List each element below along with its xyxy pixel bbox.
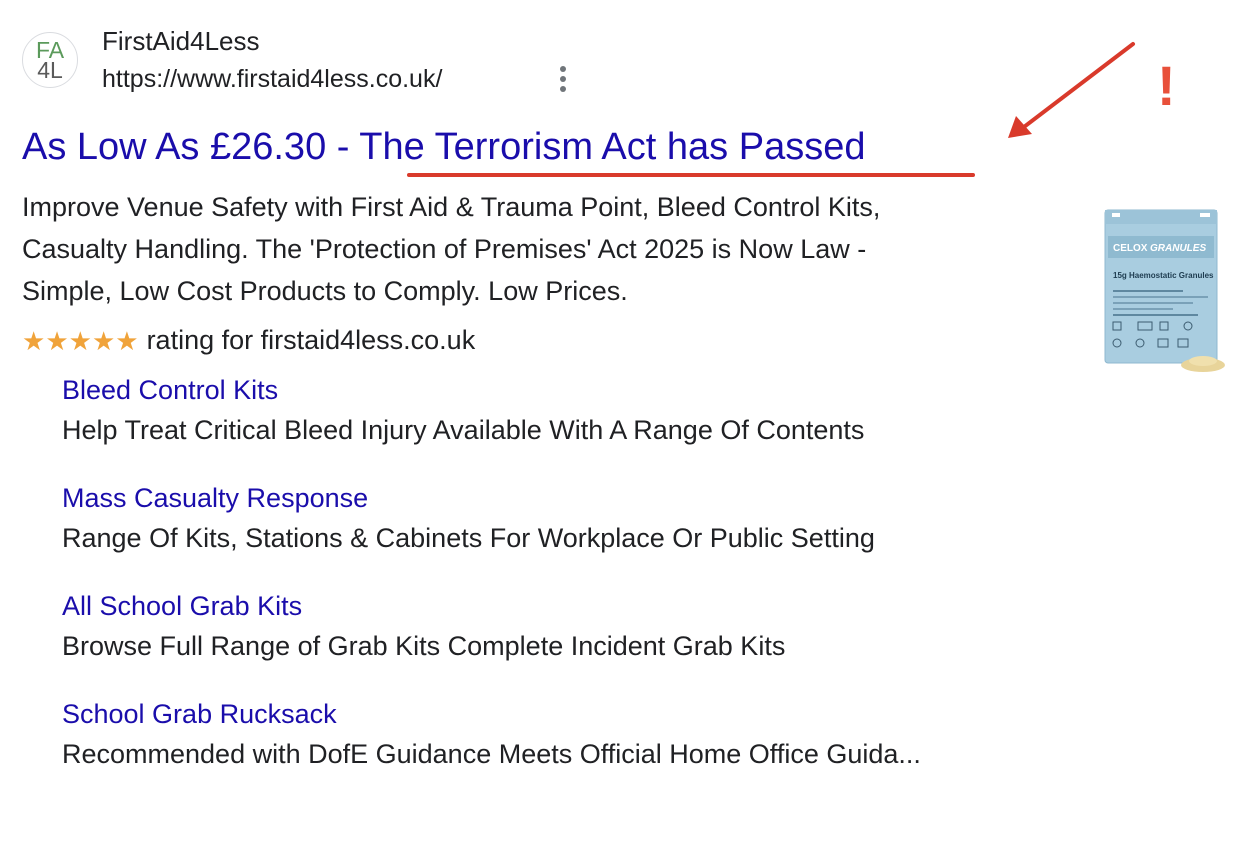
favicon-text-bottom: 4L — [37, 57, 63, 83]
sitelink-item: All School Grab Kits Browse Full Range o… — [62, 588, 921, 696]
product-name-text: GRANULES — [1150, 243, 1206, 254]
result-description: Improve Venue Safety with First Aid & Tr… — [22, 186, 1022, 312]
dot — [560, 86, 566, 92]
dot — [560, 76, 566, 82]
sitelink-description: Range Of Kits, Stations & Cabinets For W… — [62, 523, 875, 553]
star-icon: ★ — [22, 325, 46, 356]
red-annotation-underline — [407, 173, 975, 177]
sitelink-item: School Grab Rucksack Recommended with Do… — [62, 696, 921, 804]
product-brand-text: CELOX — [1113, 243, 1148, 254]
dot — [560, 66, 566, 72]
rating-text: rating for firstaid4less.co.uk — [146, 325, 476, 355]
product-thumbnail[interactable]: CELOX GRANULES 15g Haemostatic Granules — [1100, 208, 1225, 373]
sitelink-item: Bleed Control Kits Help Treat Critical B… — [62, 372, 921, 480]
star-icon: ★ — [45, 325, 69, 356]
sitelink-title[interactable]: All School Grab Kits — [62, 588, 921, 628]
star-icon: ★ — [115, 325, 139, 356]
site-url[interactable]: https://www.firstaid4less.co.uk/ — [102, 65, 442, 94]
headline-price-part: As Low As £26.30 - — [22, 126, 360, 168]
star-icon: ★ — [68, 325, 92, 356]
sitelinks: Bleed Control Kits Help Treat Critical B… — [62, 372, 921, 804]
sitelink-description: Help Treat Critical Bleed Injury Availab… — [62, 415, 865, 445]
description-line: Casualty Handling. The 'Protection of Pr… — [22, 234, 867, 264]
red-annotation-arrow — [1008, 42, 1135, 138]
site-favicon[interactable]: FA 4L — [22, 32, 78, 88]
red-exclamation-mark: ! — [1157, 54, 1176, 117]
sitelink-title[interactable]: School Grab Rucksack — [62, 696, 921, 736]
sitelink-item: Mass Casualty Response Range Of Kits, St… — [62, 480, 921, 588]
more-options-icon[interactable] — [553, 64, 573, 94]
site-name[interactable]: FirstAid4Less — [102, 26, 260, 57]
product-subtitle-text: 15g Haemostatic Granules — [1113, 271, 1214, 280]
headline-act-part: The Terrorism Act has Passed — [359, 126, 866, 168]
sitelink-title[interactable]: Mass Casualty Response — [62, 480, 921, 520]
description-line: Simple, Low Cost Products to Comply. Low… — [22, 276, 628, 306]
result-headline-link[interactable]: As Low As £26.30 - The Terrorism Act has… — [22, 126, 865, 169]
rating-row: ★ ★ ★ ★ ★ rating for firstaid4less.co.uk — [22, 325, 475, 356]
rating-stars: ★ ★ ★ ★ ★ — [22, 328, 139, 354]
description-line: Improve Venue Safety with First Aid & Tr… — [22, 192, 881, 222]
sitelink-description: Browse Full Range of Grab Kits Complete … — [62, 631, 786, 661]
star-icon: ★ — [91, 325, 116, 356]
sitelink-description: Recommended with DofE Guidance Meets Off… — [62, 739, 921, 769]
sitelink-title[interactable]: Bleed Control Kits — [62, 372, 921, 412]
